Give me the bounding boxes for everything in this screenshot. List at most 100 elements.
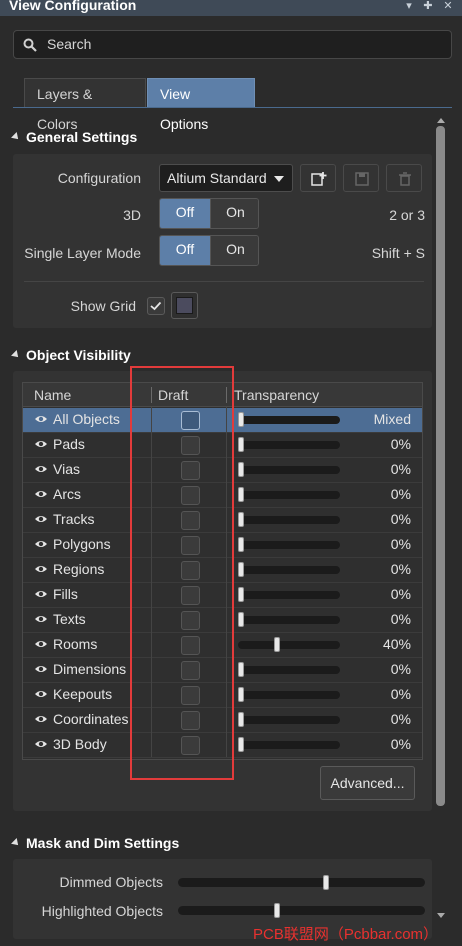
transparency-value: 0% [390, 461, 411, 477]
transparency-slider[interactable] [238, 541, 340, 549]
search-input[interactable]: Search [13, 30, 452, 59]
transparency-slider-handle[interactable] [274, 637, 281, 652]
three-d-off-button[interactable]: Off [160, 199, 210, 228]
tab-underline [13, 107, 452, 108]
transparency-slider-handle[interactable] [238, 537, 244, 552]
pin-icon[interactable]: ✚ [421, 0, 435, 14]
dimmed-objects-label: Dimmed Objects [59, 874, 163, 890]
tab-view-options[interactable]: View Options [147, 78, 255, 132]
eye-icon[interactable] [34, 489, 48, 499]
highlighted-objects-label: Highlighted Objects [41, 903, 163, 919]
transparency-slider[interactable] [238, 441, 340, 449]
mask-dim-header[interactable]: Mask and Dim Settings [11, 835, 179, 851]
transparency-value: 0% [390, 661, 411, 677]
delete-configuration-button[interactable] [386, 164, 422, 192]
transparency-value: 0% [390, 611, 411, 627]
advanced-button[interactable]: Advanced... [320, 766, 415, 800]
transparency-slider-handle[interactable] [238, 662, 244, 677]
three-d-toggle: Off On [159, 198, 259, 229]
eye-icon[interactable] [34, 664, 48, 674]
row-name: Vias [53, 461, 80, 477]
object-visibility-header[interactable]: Object Visibility [11, 347, 131, 363]
dropdown-icon[interactable]: ▾ [402, 0, 416, 14]
highlighted-objects-slider[interactable] [178, 906, 425, 915]
three-d-shortcut: 2 or 3 [389, 207, 425, 223]
show-grid-checkbox[interactable] [147, 297, 165, 315]
eye-icon[interactable] [34, 414, 48, 424]
eye-icon[interactable] [34, 614, 48, 624]
transparency-slider-handle[interactable] [238, 612, 244, 627]
eye-icon[interactable] [34, 539, 48, 549]
dimmed-objects-slider-handle[interactable] [322, 875, 329, 890]
eye-icon[interactable] [34, 564, 48, 574]
row-name: Coordinates [53, 711, 129, 727]
eye-icon[interactable] [34, 439, 48, 449]
eye-icon[interactable] [34, 714, 48, 724]
transparency-slider[interactable] [238, 666, 340, 674]
row-name: Arcs [53, 486, 81, 502]
transparency-slider-handle[interactable] [238, 412, 244, 427]
transparency-slider[interactable] [238, 716, 340, 724]
row-name: Regions [53, 561, 105, 577]
single-layer-shortcut: Shift + S [371, 245, 425, 261]
column-header-name[interactable]: Name [34, 387, 71, 403]
transparency-slider[interactable] [238, 616, 340, 624]
transparency-slider-handle[interactable] [238, 462, 244, 477]
single-layer-on-button[interactable]: On [210, 236, 258, 265]
transparency-slider[interactable] [238, 641, 340, 649]
transparency-slider[interactable] [238, 741, 340, 749]
transparency-value: 0% [390, 736, 411, 752]
check-icon [150, 301, 162, 311]
add-config-icon [311, 172, 327, 186]
row-name: 3D Body [53, 736, 107, 752]
eye-icon[interactable] [34, 739, 48, 749]
single-layer-off-button[interactable]: Off [160, 236, 210, 265]
save-icon [355, 172, 369, 186]
scroll-up-icon[interactable] [437, 118, 445, 123]
eye-icon[interactable] [34, 589, 48, 599]
transparency-slider-handle[interactable] [238, 687, 244, 702]
transparency-value: 0% [390, 686, 411, 702]
transparency-value: 0% [390, 436, 411, 452]
transparency-slider-handle[interactable] [238, 512, 244, 527]
eye-icon[interactable] [34, 464, 48, 474]
dimmed-objects-slider[interactable] [178, 878, 425, 887]
transparency-slider-handle[interactable] [238, 587, 244, 602]
trash-icon [399, 172, 411, 186]
scrollbar-thumb[interactable] [436, 126, 445, 806]
vertical-scrollbar[interactable] [436, 118, 445, 918]
three-d-on-button[interactable]: On [210, 199, 258, 228]
transparency-slider[interactable] [238, 516, 340, 524]
highlighted-objects-slider-handle[interactable] [274, 903, 281, 918]
general-settings-header[interactable]: General Settings [11, 129, 137, 145]
show-grid-label: Show Grid [70, 298, 136, 314]
draft-column-highlight-annotation [130, 366, 234, 780]
grid-color-swatch[interactable] [171, 292, 198, 319]
transparency-slider-handle[interactable] [238, 487, 244, 502]
transparency-slider[interactable] [238, 466, 340, 474]
transparency-slider[interactable] [238, 691, 340, 699]
transparency-slider[interactable] [238, 566, 340, 574]
configuration-dropdown[interactable]: Altium Standard [159, 164, 293, 192]
transparency-slider-handle[interactable] [238, 712, 244, 727]
tab-layers-colors[interactable]: Layers & Colors [24, 78, 146, 132]
transparency-slider[interactable] [238, 416, 340, 424]
three-d-label: 3D [123, 207, 141, 223]
transparency-slider-handle[interactable] [238, 737, 244, 752]
eye-icon[interactable] [34, 639, 48, 649]
transparency-slider[interactable] [238, 591, 340, 599]
row-name: Keepouts [53, 686, 113, 702]
save-configuration-button[interactable] [343, 164, 379, 192]
column-header-transparency[interactable]: Transparency [234, 387, 319, 403]
transparency-slider-handle[interactable] [238, 437, 244, 452]
scroll-down-icon[interactable] [437, 913, 445, 918]
add-configuration-button[interactable] [300, 164, 336, 192]
dropdown-arrow-icon [274, 176, 284, 182]
eye-icon[interactable] [34, 689, 48, 699]
row-name: Fills [53, 586, 78, 602]
close-icon[interactable]: ✕ [441, 0, 455, 14]
transparency-value: Mixed [373, 411, 411, 427]
transparency-slider[interactable] [238, 491, 340, 499]
transparency-slider-handle[interactable] [238, 562, 244, 577]
eye-icon[interactable] [34, 514, 48, 524]
